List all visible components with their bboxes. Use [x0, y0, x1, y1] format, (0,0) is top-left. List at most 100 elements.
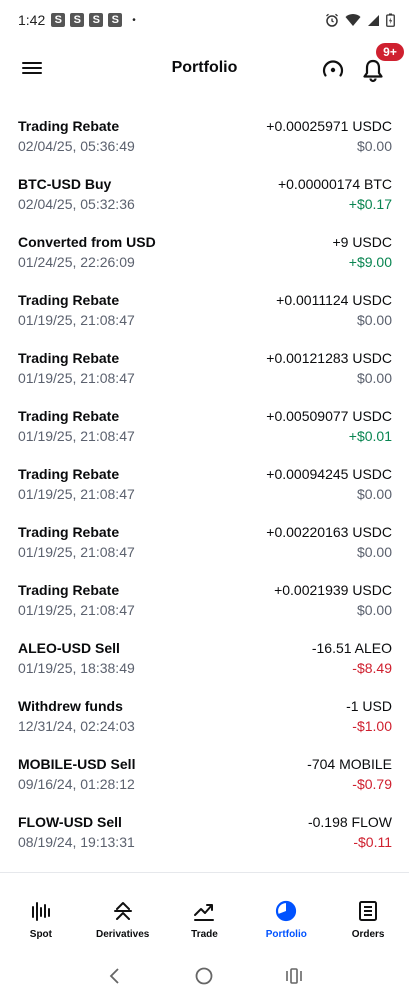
transaction-amount: -704 MOBILE — [307, 756, 392, 772]
gauge-icon[interactable] — [321, 58, 345, 82]
transaction-row[interactable]: ALEO-USD Sell 01/19/25, 18:38:49 -16.51 AL… — [0, 630, 409, 688]
nav-spot[interactable]: Spot — [0, 873, 82, 950]
transaction-date: 02/04/25, 05:36:49 — [18, 138, 135, 154]
transaction-usd-value: -$0.11 — [353, 834, 392, 850]
transaction-name: Withdrew funds — [18, 698, 123, 714]
transaction-date: 01/19/25, 21:08:47 — [18, 486, 135, 502]
transaction-usd-value: $0.00 — [356, 138, 392, 154]
transaction-row[interactable]: FLOW-USD Sell 08/19/24, 19:13:31 -0.198 FL… — [0, 804, 409, 862]
transaction-date: 09/16/24, 01:28:12 — [18, 776, 135, 792]
home-button[interactable] — [191, 963, 217, 989]
transaction-amount: -0.198 FLOW — [307, 814, 392, 830]
transaction-date: 02/04/25, 05:32:36 — [18, 196, 135, 212]
transaction-usd-value: -$0.79 — [352, 776, 392, 792]
transaction-row[interactable]: Trading Rebate 01/19/25, 21:08:47 +0.00111… — [0, 282, 409, 340]
transaction-name: ALEO-USD Sell — [18, 640, 120, 656]
transaction-name: Trading Rebate — [18, 350, 120, 366]
notification-s-icon: S — [89, 13, 104, 27]
nav-label: Orders — [351, 929, 385, 940]
page-title: Portfolio — [171, 59, 238, 76]
signal-icon — [368, 14, 379, 26]
transaction-date: 01/19/25, 21:08:47 — [18, 312, 135, 328]
transaction-usd-value: $0.00 — [356, 602, 392, 618]
status-bar: 1:42 S S S S • — [0, 0, 409, 40]
transaction-amount: -1 USD — [346, 698, 392, 714]
status-time: 1:42 — [18, 12, 46, 28]
transaction-row[interactable]: MOBILE-USD Sell 09/16/24, 01:28:12 -704 MO… — [0, 746, 409, 804]
transaction-name: Trading Rebate — [18, 292, 120, 308]
nav-orders[interactable]: Orders — [327, 873, 409, 950]
transaction-date: 01/19/25, 18:38:49 — [18, 660, 135, 676]
system-nav — [0, 952, 409, 1000]
transaction-amount: +0.00094245 USDC — [266, 466, 392, 482]
transaction-usd-value: $0.00 — [356, 370, 392, 386]
transaction-row[interactable]: Withdrew funds 12/31/24, 02:24:03 -1 USD -$… — [0, 688, 409, 746]
transaction-usd-value: -$1.00 — [352, 718, 392, 734]
transaction-amount: +0.00509077 USDC — [266, 408, 392, 424]
notification-s-icon: S — [70, 13, 85, 27]
transaction-usd-value: $0.00 — [356, 544, 392, 560]
transaction-name: Trading Rebate — [18, 118, 120, 134]
transaction-row[interactable]: Trading Rebate 01/19/25, 21:08:47 +0.00219… — [0, 572, 409, 630]
status-icons — [325, 13, 395, 27]
nav-label: Trade — [191, 929, 218, 940]
bottom-nav: Spot Derivatives Trade Portfolio Orders — [0, 872, 409, 950]
transaction-amount: +0.00025971 USDC — [266, 118, 392, 134]
battery-icon — [386, 13, 395, 27]
transaction-amount: -16.51 ALEO — [311, 640, 392, 656]
transaction-row[interactable]: Trading Rebate 02/04/25, 05:36:49 +0.00025… — [0, 108, 409, 166]
transaction-row[interactable]: Trading Rebate 01/19/25, 21:08:47 +0.00220… — [0, 514, 409, 572]
transaction-name: FLOW-USD Sell — [18, 814, 122, 830]
transaction-date: 01/19/25, 21:08:47 — [18, 370, 135, 386]
transaction-row[interactable]: Converted from USD 01/24/25, 22:26:09 +9 U… — [0, 224, 409, 282]
nav-label: Spot — [29, 929, 52, 940]
transaction-date: 01/19/25, 21:08:47 — [18, 544, 135, 560]
transaction-date: 01/19/25, 21:08:47 — [18, 428, 135, 444]
transaction-name: Converted from USD — [18, 234, 156, 250]
spot-bars-icon — [31, 902, 50, 921]
transaction-date: 12/31/24, 02:24:03 — [18, 718, 135, 734]
transaction-date: 08/19/24, 19:13:31 — [18, 834, 135, 850]
transaction-usd-value: $0.00 — [356, 312, 392, 328]
transaction-name: MOBILE-USD Sell — [18, 756, 136, 772]
transaction-row[interactable]: BTC-USD Buy 02/04/25, 05:32:36 +0.00000174… — [0, 166, 409, 224]
transaction-usd-value: +$0.17 — [348, 196, 392, 212]
transaction-amount: +0.0021939 USDC — [274, 582, 392, 598]
status-dot: • — [132, 14, 136, 26]
transaction-amount: +0.00000174 BTC — [277, 176, 392, 192]
transaction-date: 01/24/25, 22:26:09 — [18, 254, 135, 270]
transaction-row[interactable]: Trading Rebate 01/19/25, 21:08:47 +0.00121… — [0, 340, 409, 398]
notification-s-icon: S — [51, 13, 66, 27]
nav-derivatives[interactable]: Derivatives — [82, 873, 164, 950]
alarm-icon — [326, 13, 338, 27]
nav-portfolio[interactable]: Portfolio — [245, 873, 327, 950]
home-circle-icon — [196, 967, 213, 985]
back-chevron-icon — [109, 968, 119, 984]
transaction-amount: +0.00220163 USDC — [266, 524, 392, 540]
transaction-name: Trading Rebate — [18, 466, 120, 482]
nav-trade[interactable]: Trade — [164, 873, 246, 950]
transaction-name: Trading Rebate — [18, 524, 120, 540]
transaction-list: Trading Rebate 02/04/25, 05:36:49 +0.00025… — [0, 108, 409, 862]
transaction-usd-value: +$9.00 — [348, 254, 392, 270]
orders-list-icon — [359, 901, 378, 921]
recents-icon — [286, 968, 302, 984]
derivatives-icon — [113, 902, 132, 920]
transaction-amount: +9 USDC — [332, 234, 392, 250]
transaction-name: BTC-USD Buy — [18, 176, 112, 192]
transaction-name: Trading Rebate — [18, 408, 120, 424]
transaction-usd-value: -$8.49 — [352, 660, 392, 676]
back-button[interactable] — [102, 963, 128, 989]
portfolio-pie-icon — [276, 900, 297, 922]
transaction-row[interactable]: Trading Rebate 01/19/25, 21:08:47 +0.00509… — [0, 398, 409, 456]
transaction-row[interactable]: Trading Rebate 01/19/25, 21:08:47 +0.00094… — [0, 456, 409, 514]
nav-label: Portfolio — [265, 929, 307, 940]
transaction-date: 01/19/25, 21:08:47 — [18, 602, 135, 618]
nav-label: Derivatives — [96, 929, 150, 940]
transaction-usd-value: $0.00 — [356, 486, 392, 502]
wifi-icon — [345, 14, 361, 26]
transaction-amount: +0.00121283 USDC — [266, 350, 392, 366]
transaction-usd-value: +$0.01 — [348, 428, 392, 444]
recents-button[interactable] — [281, 963, 307, 989]
transaction-name: Trading Rebate — [18, 582, 120, 598]
